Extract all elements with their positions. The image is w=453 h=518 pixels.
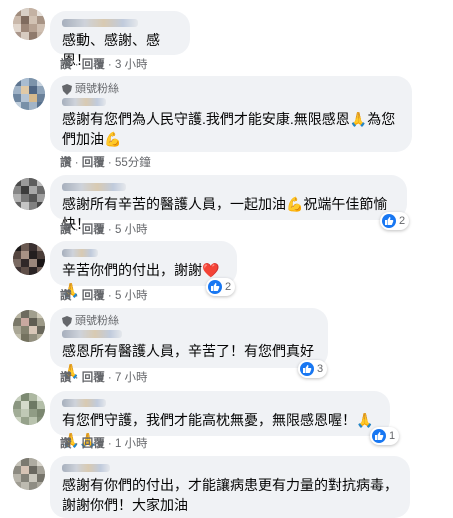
- comment-bubble: 頭號粉絲 感恩所有醫護人員，辛苦了！有您們真好🙏: [50, 308, 328, 379]
- timestamp[interactable]: 5 小時: [115, 224, 148, 236]
- comment-bubble: 感謝所有辛苦的醫護人員，一起加油💪祝端午佳節愉快！: [50, 175, 407, 232]
- author-name[interactable]: [62, 330, 122, 338]
- like-link[interactable]: 讚: [60, 224, 72, 236]
- comment-actions: 讚 · 回覆 · 3 小時: [60, 59, 148, 71]
- author-name[interactable]: [62, 464, 110, 472]
- reaction-count[interactable]: 2: [206, 278, 236, 296]
- author-name[interactable]: [62, 249, 98, 257]
- reply-link[interactable]: 回覆: [82, 59, 105, 71]
- timestamp[interactable]: 1 小時: [115, 438, 148, 450]
- reaction-count[interactable]: 3: [298, 360, 328, 378]
- timestamp[interactable]: 7 小時: [115, 372, 148, 384]
- reaction-count[interactable]: 2: [380, 212, 410, 230]
- comment-text: 感謝有你們的付出，才能讓病患更有力量的對抗病毒，謝謝你們！大家加油: [62, 477, 398, 513]
- top-fan-icon: [62, 315, 72, 327]
- avatar[interactable]: [13, 458, 45, 490]
- reply-link[interactable]: 回覆: [82, 438, 105, 450]
- comment-bubble: 有您們守護，我們才能高枕無憂，無限感恩喔！🙏🙏🙏: [50, 391, 390, 448]
- reply-link[interactable]: 回覆: [82, 157, 105, 169]
- comment-actions: 讚 · 回覆 · 5 小時: [60, 290, 148, 302]
- comment-bubble: 頭號粉絲 感謝有您們為人民守護.我們才能安康.無限感恩🙏為您們加油💪: [50, 76, 412, 152]
- like-link[interactable]: 讚: [60, 438, 72, 450]
- like-reaction-icon: [300, 362, 314, 376]
- comment-bubble: 感動、感謝、感恩！: [50, 11, 190, 68]
- comment-actions: 讚 · 回覆 · 55分鐘: [60, 157, 151, 169]
- timestamp[interactable]: 3 小時: [115, 59, 148, 71]
- top-fan-badge: 頭號粉絲: [62, 82, 400, 96]
- avatar[interactable]: [13, 178, 45, 210]
- avatar[interactable]: [13, 310, 45, 342]
- reply-link[interactable]: 回覆: [82, 224, 105, 236]
- reaction-count[interactable]: 1: [370, 427, 400, 445]
- like-link[interactable]: 讚: [60, 157, 72, 169]
- comment-bubble: 感謝有你們的付出，才能讓病患更有力量的對抗病毒，謝謝你們！大家加油: [50, 456, 410, 518]
- comment-text: 感謝有您們為人民守護.我們才能安康.無限感恩🙏為您們加油💪: [62, 111, 396, 147]
- top-fan-badge: 頭號粉絲: [62, 314, 316, 328]
- avatar[interactable]: [13, 243, 45, 275]
- author-name[interactable]: [62, 183, 126, 191]
- avatar[interactable]: [13, 78, 45, 110]
- timestamp[interactable]: 55分鐘: [115, 157, 151, 169]
- author-name[interactable]: [62, 98, 106, 106]
- top-fan-icon: [62, 83, 72, 95]
- reply-link[interactable]: 回覆: [82, 372, 105, 384]
- like-reaction-icon: [372, 429, 386, 443]
- avatar[interactable]: [13, 393, 45, 425]
- like-link[interactable]: 讚: [60, 372, 72, 384]
- reply-link[interactable]: 回覆: [82, 290, 105, 302]
- comment-actions: 讚 · 回覆 · 7 小時: [60, 372, 148, 384]
- like-reaction-icon: [382, 214, 396, 228]
- comment-actions: 讚 · 回覆 · 1 小時: [60, 438, 148, 450]
- avatar[interactable]: [13, 8, 45, 40]
- like-reaction-icon: [208, 280, 222, 294]
- timestamp[interactable]: 5 小時: [115, 290, 148, 302]
- comment-actions: 讚 · 回覆 · 5 小時: [60, 224, 148, 236]
- like-link[interactable]: 讚: [60, 290, 72, 302]
- author-name[interactable]: [62, 19, 138, 27]
- author-name[interactable]: [62, 399, 106, 407]
- like-link[interactable]: 讚: [60, 59, 72, 71]
